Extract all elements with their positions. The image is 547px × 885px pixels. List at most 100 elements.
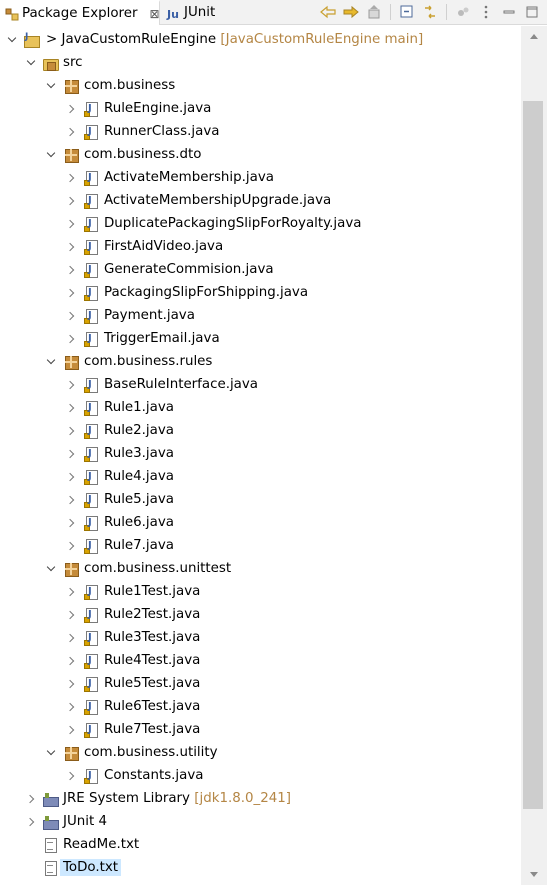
expand-chevron-icon[interactable] [64,700,78,714]
scroll-up-arrow-icon[interactable] [530,34,538,39]
tree-item-package[interactable]: com.business.utility [0,741,521,764]
expand-chevron-icon[interactable] [64,539,78,553]
expand-chevron-icon[interactable] [64,470,78,484]
view-menu-icon[interactable] [477,3,495,21]
expand-chevron-icon[interactable] [64,516,78,530]
file-label: TriggerEmail.java [104,331,220,346]
tree-item-text-file[interactable]: ReadMe.txt [0,833,521,856]
expand-chevron-icon[interactable] [64,309,78,323]
expand-chevron-icon[interactable] [44,355,58,369]
view-tab-bar: Package Explorer ⊠ Ju JUnit [0,0,547,25]
expand-chevron-icon[interactable] [44,746,58,760]
tree-item-java-file[interactable]: PackagingSlipForShipping.java [0,281,521,304]
file-label: Payment.java [104,308,195,323]
tree-item-java-file[interactable]: ActivateMembershipUpgrade.java [0,189,521,212]
expand-chevron-icon[interactable] [44,148,58,162]
expand-chevron-icon[interactable] [64,240,78,254]
minimize-icon[interactable] [500,3,518,21]
expand-chevron-icon[interactable] [24,815,38,829]
java-file-icon [83,768,99,784]
tree-item-junit-library[interactable]: JUnit 4 [0,810,521,833]
focus-icon[interactable] [454,3,472,21]
tree-item-java-file[interactable]: BaseRuleInterface.java [0,373,521,396]
maximize-icon[interactable] [523,3,541,21]
tree-item-java-file[interactable]: Rule2Test.java [0,603,521,626]
tree-item-java-file[interactable]: Payment.java [0,304,521,327]
scrollbar-thumb[interactable] [523,101,543,809]
tab-package-explorer[interactable]: Package Explorer ⊠ [0,0,160,25]
file-label: ActivateMembership.java [104,170,274,185]
tree-item-java-file[interactable]: Rule6Test.java [0,695,521,718]
tree-item-java-file[interactable]: Constants.java [0,764,521,787]
tree-item-java-file[interactable]: Rule2.java [0,419,521,442]
up-icon[interactable] [365,3,383,21]
tree-item-java-file[interactable]: TriggerEmail.java [0,327,521,350]
tree-item-src[interactable]: src [0,51,521,74]
expand-chevron-icon[interactable] [64,286,78,300]
expand-chevron-icon[interactable] [64,677,78,691]
java-file-icon [83,699,99,715]
tree-item-java-file[interactable]: Rule5.java [0,488,521,511]
expand-chevron-icon[interactable] [64,401,78,415]
tree-item-java-file[interactable]: Rule6.java [0,511,521,534]
view-toolbar [319,2,541,22]
expand-chevron-icon[interactable] [44,79,58,93]
tree-item-java-file[interactable]: Rule1Test.java [0,580,521,603]
tab-junit[interactable]: Ju JUnit [162,0,232,25]
vertical-scrollbar[interactable] [521,26,547,885]
forward-arrow-icon[interactable] [342,3,360,21]
tree-item-java-file[interactable]: GenerateCommision.java [0,258,521,281]
expand-chevron-icon[interactable] [64,378,78,392]
tree-item-jre-library[interactable]: JRE System Library [jdk1.8.0_241] [0,787,521,810]
tree-item-project[interactable]: > JavaCustomRuleEngine [JavaCustomRuleEn… [0,28,521,51]
expand-chevron-icon[interactable] [64,631,78,645]
tree-item-java-file[interactable]: DuplicatePackagingSlipForRoyalty.java [0,212,521,235]
tree-item-package[interactable]: com.business [0,74,521,97]
text-file-icon [42,860,58,876]
tree-item-java-file[interactable]: Rule4.java [0,465,521,488]
collapse-all-icon[interactable] [398,3,416,21]
expand-chevron-icon[interactable] [64,102,78,116]
expand-chevron-icon[interactable] [64,332,78,346]
tree-item-java-file[interactable]: Rule1.java [0,396,521,419]
tree-item-java-file[interactable]: FirstAidVideo.java [0,235,521,258]
tree-item-package[interactable]: com.business.dto [0,143,521,166]
scroll-down-arrow-icon[interactable] [530,872,538,877]
tree-item-java-file[interactable]: RunnerClass.java [0,120,521,143]
back-arrow-icon[interactable] [319,3,337,21]
expand-chevron-icon[interactable] [44,562,58,576]
expand-chevron-icon[interactable] [64,263,78,277]
tree-item-java-file[interactable]: Rule3Test.java [0,626,521,649]
close-icon[interactable]: ⊠ [150,7,160,21]
expand-chevron-icon[interactable] [64,723,78,737]
expand-chevron-icon[interactable] [64,447,78,461]
tree-item-java-file[interactable]: RuleEngine.java [0,97,521,120]
expand-chevron-icon[interactable] [64,194,78,208]
expand-chevron-icon[interactable] [64,493,78,507]
tab-package-explorer-label: Package Explorer [22,6,138,21]
expand-chevron-icon[interactable] [24,792,38,806]
tree-item-java-file[interactable]: Rule7Test.java [0,718,521,741]
jre-version-decoration: [jdk1.8.0_241] [194,791,291,806]
tree-item-text-file-selected[interactable]: ToDo.txt [0,856,521,879]
expand-chevron-icon[interactable] [64,125,78,139]
expand-chevron-icon[interactable] [64,585,78,599]
expand-chevron-icon[interactable] [64,608,78,622]
link-with-editor-icon[interactable] [421,3,439,21]
java-file-icon [83,170,99,186]
tree-item-java-file[interactable]: Rule7.java [0,534,521,557]
tree-item-java-file[interactable]: Rule5Test.java [0,672,521,695]
expand-chevron-icon[interactable] [64,769,78,783]
expand-chevron-icon[interactable] [5,33,19,47]
expand-chevron-icon[interactable] [64,217,78,231]
tree-item-package[interactable]: com.business.rules [0,350,521,373]
tree-item-java-file[interactable]: Rule3.java [0,442,521,465]
expand-chevron-icon[interactable] [64,171,78,185]
tree-item-java-file[interactable]: ActivateMembership.java [0,166,521,189]
expand-chevron-icon[interactable] [64,424,78,438]
java-file-icon [83,515,99,531]
expand-chevron-icon[interactable] [24,56,38,70]
tree-item-package[interactable]: com.business.unittest [0,557,521,580]
expand-chevron-icon[interactable] [64,654,78,668]
tree-item-java-file[interactable]: Rule4Test.java [0,649,521,672]
